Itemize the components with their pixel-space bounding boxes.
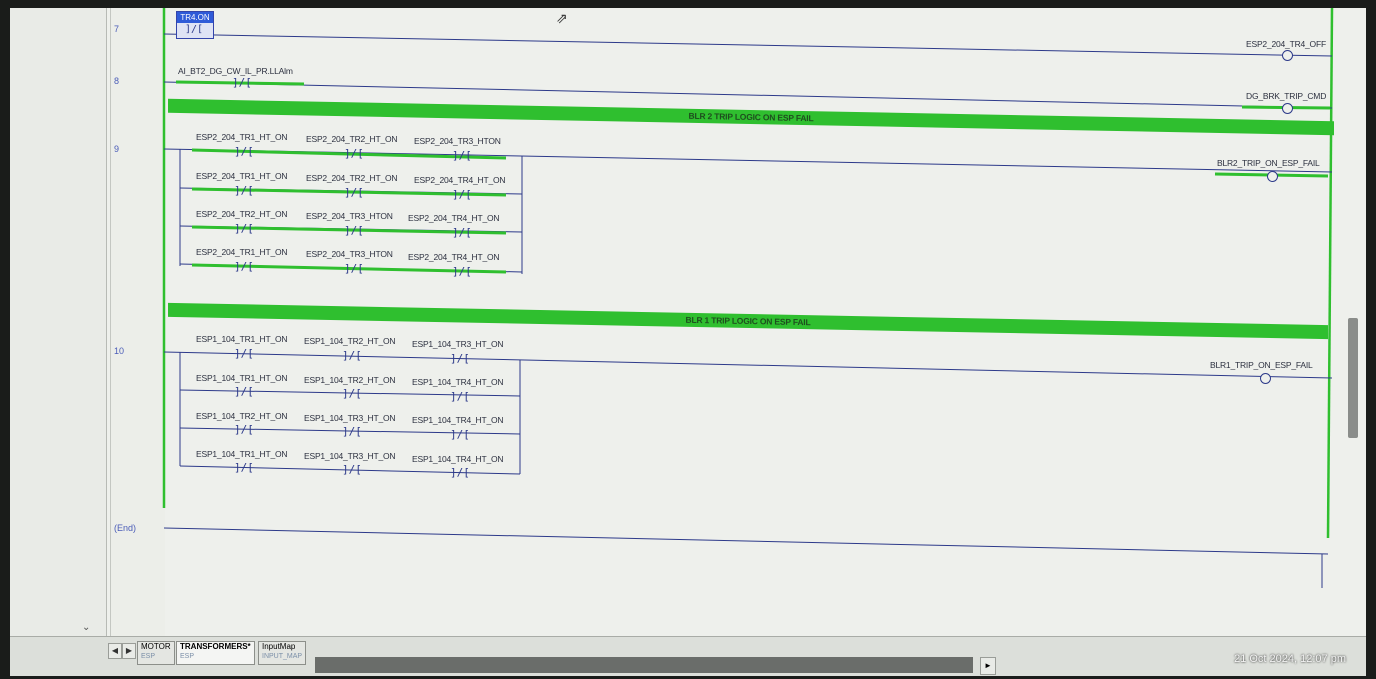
tab-inputmap[interactable]: InputMap INPUT_MAP: [258, 641, 307, 665]
rung8-contact-label: AI_BT2_DG_CW_IL_PR.LLAlm: [178, 66, 293, 76]
rung7-contact-box[interactable]: TR4.ON ]/[: [176, 11, 214, 39]
rung9-row2-contact3-label: ESP2_204_TR4_HT_ON: [414, 175, 506, 185]
rung8-contact[interactable]: ]/[: [232, 77, 252, 88]
rung10-row1-contact2[interactable]: ]/[: [342, 350, 362, 361]
rung8-coil-label: DG_BRK_TRIP_CMD: [1246, 91, 1327, 101]
rung10-row3-contact2-label: ESP1_104_TR3_HT_ON: [304, 413, 396, 423]
rung10-row2-contact1-label: ESP1_104_TR1_HT_ON: [196, 373, 288, 383]
rung9-row3-contact2-label: ESP2_204_TR3_HTON: [306, 211, 393, 221]
tab-scroll-left-icon[interactable]: ◀: [108, 643, 122, 659]
rung10-coil[interactable]: [1260, 373, 1271, 384]
tab-transformers-sub: ESP: [180, 653, 195, 660]
rung9-row1-contact3-label: ESP2_204_TR3_HTON: [414, 136, 501, 146]
tab-motor-label: MOTOR: [141, 642, 171, 651]
rung9-row3-contact1[interactable]: ]/[: [234, 223, 254, 234]
rung9-row3-contact1-label: ESP2_204_TR2_HT_ON: [196, 209, 288, 219]
rung9-row4-contact3[interactable]: ]/[: [452, 266, 472, 277]
rung9-row3-contact2[interactable]: ]/[: [344, 225, 364, 236]
rung9-row1-contact1-label: ESP2_204_TR1_HT_ON: [196, 132, 288, 142]
rung9-row2-contact1-label: ESP2_204_TR1_HT_ON: [196, 171, 288, 181]
tab-transformers-label: TRANSFORMERS*: [180, 642, 251, 651]
rung10-row4-contact1[interactable]: ]/[: [234, 462, 254, 473]
ladder-editor-window: ⌄ 7 8 9 10 (End) TR4.ON]/[ESP2_204_TR4…: [10, 8, 1366, 676]
routine-tab-bar: ◀ ▶ MOTOR ESP TRANSFORMERS* ESP InputMap…: [10, 636, 1366, 676]
rung9-row4-contact1-label: ESP2_204_TR1_HT_ON: [196, 247, 288, 257]
tab-transformers[interactable]: TRANSFORMERS* ESP: [176, 641, 255, 665]
rung9-coil-label: BLR2_TRIP_ON_ESP_FAIL: [1217, 158, 1320, 168]
rung9-row1-contact2-label: ESP2_204_TR2_HT_ON: [306, 134, 398, 144]
rung9-row3-contact3-label: ESP2_204_TR4_HT_ON: [408, 213, 500, 223]
rung10-row3-contact2[interactable]: ]/[: [342, 426, 362, 437]
rung7-coil[interactable]: [1282, 50, 1293, 61]
tab-inputmap-label: InputMap: [262, 642, 296, 651]
rung10-row4-contact3-label: ESP1_104_TR4_HT_ON: [412, 454, 504, 464]
rung9-row1-contact2[interactable]: ]/[: [344, 148, 364, 159]
rung10-row2-contact1[interactable]: ]/[: [234, 386, 254, 397]
rung10-row1-contact3[interactable]: ]/[: [450, 353, 470, 364]
tab-motor[interactable]: MOTOR ESP: [137, 641, 175, 665]
rung9-row4-contact3-label: ESP2_204_TR4_HT_ON: [408, 252, 500, 262]
rung10-coil-label: BLR1_TRIP_ON_ESP_FAIL: [1210, 360, 1313, 370]
rung10-row2-contact2[interactable]: ]/[: [342, 388, 362, 399]
pointer-cursor-icon: ⇗: [556, 10, 568, 26]
rung9-row2-contact1[interactable]: ]/[: [234, 185, 254, 196]
rung10-row2-contact3[interactable]: ]/[: [450, 391, 470, 402]
rung9-row2-contact3[interactable]: ]/[: [452, 189, 472, 200]
horizontal-scrollbar[interactable]: [315, 657, 973, 673]
rung9-row4-contact2-label: ESP2_204_TR3_HTON: [306, 249, 393, 259]
rung10-row1-contact2-label: ESP1_104_TR2_HT_ON: [304, 336, 396, 346]
rung9-coil[interactable]: [1267, 171, 1278, 182]
rung9-row1-contact3[interactable]: ]/[: [452, 150, 472, 161]
rung10-row1-contact3-label: ESP1_104_TR3_HT_ON: [412, 339, 504, 349]
rung10-row1-contact1-label: ESP1_104_TR1_HT_ON: [196, 334, 288, 344]
rung10-row4-contact2-label: ESP1_104_TR3_HT_ON: [304, 451, 396, 461]
rung9-row4-contact1[interactable]: ]/[: [234, 261, 254, 272]
rung9-row4-contact2[interactable]: ]/[: [344, 263, 364, 274]
contact-icon: ]/[: [185, 24, 204, 35]
tab-inputmap-sub: INPUT_MAP: [262, 653, 303, 660]
rung7-box-tag: TR4.ON: [177, 12, 213, 23]
vertical-scrollbar-thumb[interactable]: [1348, 318, 1358, 438]
tab-motor-sub: ESP: [141, 653, 156, 660]
scroll-right-icon[interactable]: ►: [980, 657, 996, 675]
rung7-coil-label: ESP2_204_TR4_OFF: [1246, 39, 1326, 49]
rung10-row1-contact1[interactable]: ]/[: [234, 348, 254, 359]
rung10-row4-contact2[interactable]: ]/[: [342, 464, 362, 475]
rung10-row3-contact3[interactable]: ]/[: [450, 429, 470, 440]
rung9-row1-contact1[interactable]: ]/[: [234, 146, 254, 157]
rung10-row2-contact3-label: ESP1_104_TR4_HT_ON: [412, 377, 504, 387]
rung8-coil[interactable]: [1282, 103, 1293, 114]
rung10-row3-contact1[interactable]: ]/[: [234, 424, 254, 435]
rung10-row3-contact1-label: ESP1_104_TR2_HT_ON: [196, 411, 288, 421]
photo-timestamp: 21 Oct 2024, 12:07 pm: [1234, 653, 1346, 665]
rung9-row2-contact2[interactable]: ]/[: [344, 187, 364, 198]
rung9-row3-contact3[interactable]: ]/[: [452, 227, 472, 238]
rung10-row2-contact2-label: ESP1_104_TR2_HT_ON: [304, 375, 396, 385]
rung9-row2-contact2-label: ESP2_204_TR2_HT_ON: [306, 173, 398, 183]
rung10-row3-contact3-label: ESP1_104_TR4_HT_ON: [412, 415, 504, 425]
rung10-row4-contact1-label: ESP1_104_TR1_HT_ON: [196, 449, 288, 459]
rung10-row4-contact3[interactable]: ]/[: [450, 467, 470, 478]
tab-scroll-right-icon[interactable]: ▶: [122, 643, 136, 659]
